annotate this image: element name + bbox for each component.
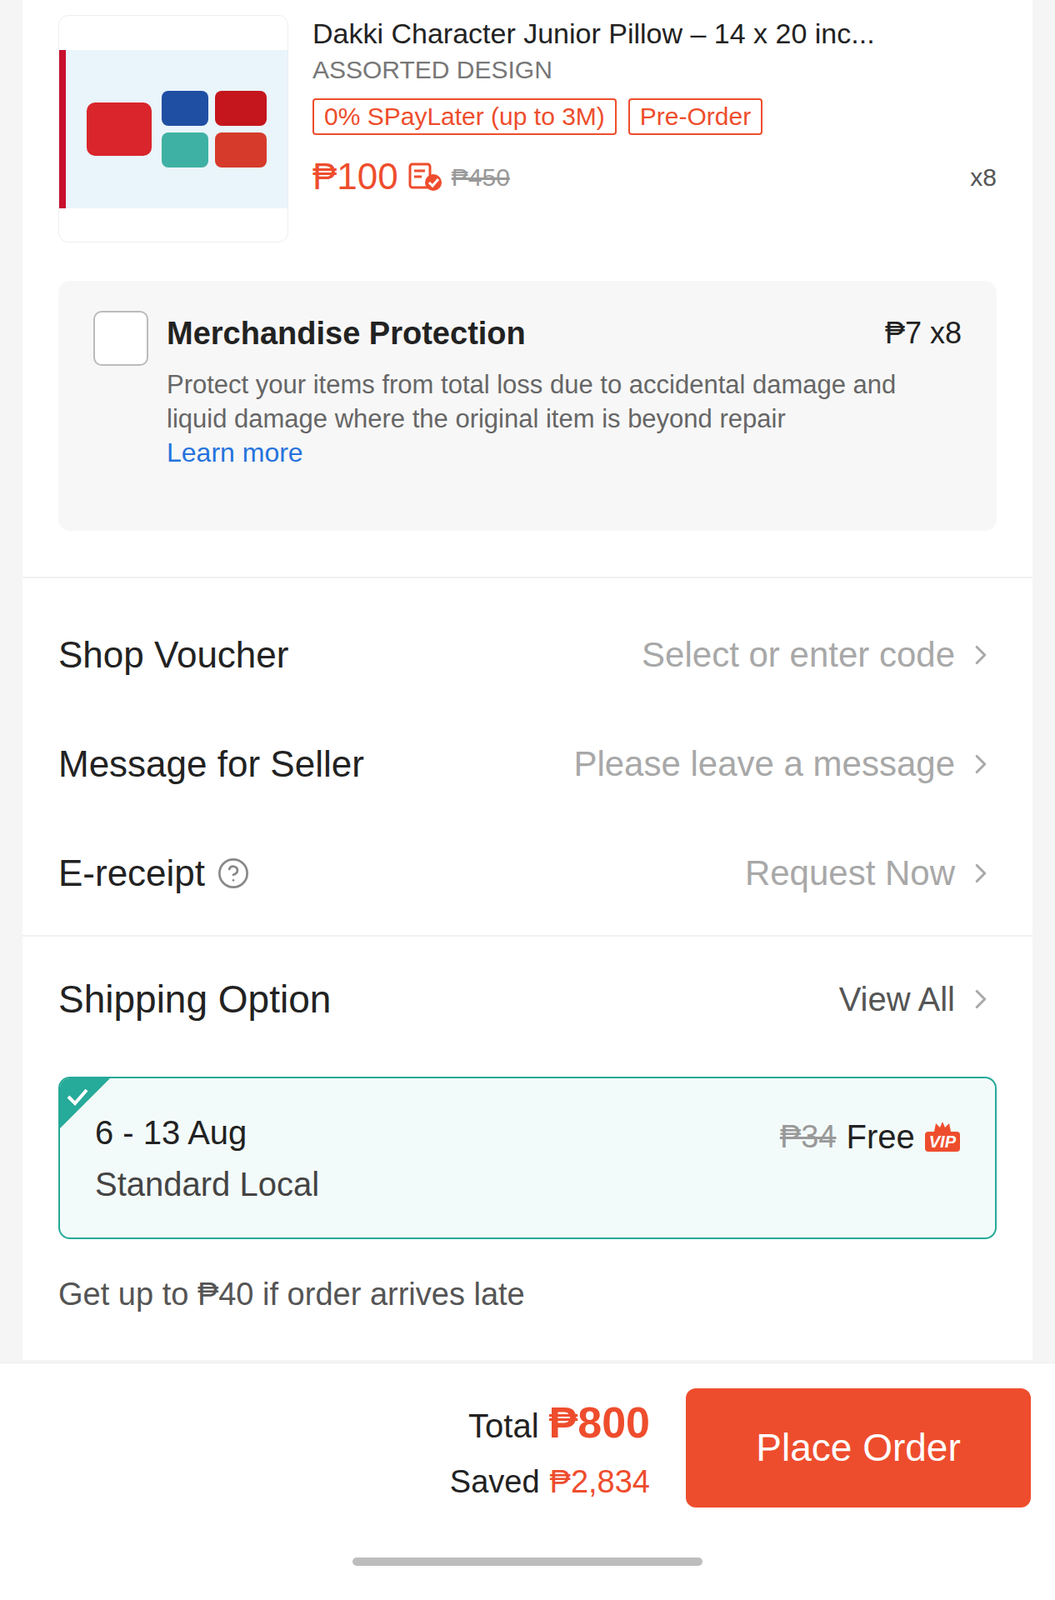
option-row[interactable]: E-receiptRequest Now (58, 818, 997, 928)
divider (22, 576, 1033, 579)
help-icon[interactable] (216, 856, 250, 890)
crown-icon (932, 1121, 953, 1132)
protection-description: Protect your items from total loss due t… (166, 367, 962, 436)
place-order-button[interactable]: Place Order (685, 1388, 1031, 1508)
protection-checkbox[interactable] (93, 310, 149, 366)
product-variation: ASSORTED DESIGN (312, 53, 1022, 87)
checkout-page: Dakki Character Junior Pillow – 14 x 20 … (0, 0, 1055, 1600)
shipping-header: Shipping OptionView All (58, 936, 997, 1062)
total-label: Total (468, 1400, 540, 1451)
product-title[interactable]: Dakki Character Junior Pillow – 14 x 20 … (312, 15, 1022, 52)
saved-label: Saved (450, 1458, 540, 1506)
product-badge: Pre-Order (628, 98, 763, 135)
chevron-right-icon (965, 857, 997, 890)
option-row[interactable]: Shop VoucherSelect or enter code (58, 600, 997, 710)
original-price: ₱450 (451, 158, 510, 196)
shipping-method: Standard Local (95, 1160, 780, 1208)
vip-badge: VIP (925, 1121, 960, 1152)
view-all-button[interactable]: View All (839, 974, 997, 1025)
chevron-right-icon (965, 748, 997, 780)
product-row[interactable]: Dakki Character Junior Pillow – 14 x 20 … (22, 0, 1033, 243)
saved-amount: ₱2,834 (550, 1458, 650, 1506)
divider (22, 935, 1033, 937)
product-badge: 0% SPayLater (up to 3M) (312, 98, 617, 135)
option-row[interactable]: Message for SellerPlease leave a message (58, 709, 997, 819)
home-indicator (352, 1557, 703, 1566)
chevron-right-icon (965, 983, 997, 1015)
late-guarantee: Get up to ₱40 if order arrives late (58, 1273, 997, 1315)
shipping-fee: Free (846, 1111, 915, 1162)
shipping-option[interactable]: 6 - 13 AugStandard Local₱34Free VIP (58, 1076, 997, 1240)
product-image[interactable] (58, 15, 289, 243)
product-price: ₱100 (312, 155, 399, 199)
order-card: Dakki Character Junior Pillow – 14 x 20 … (22, 0, 1033, 1360)
learn-more-link[interactable]: Learn more (166, 435, 962, 470)
protection-price: ₱7 x8 (885, 310, 962, 356)
quantity: x8 (970, 158, 997, 196)
total-amount: ₱800 (549, 1390, 650, 1455)
chevron-right-icon (965, 639, 997, 671)
original-fee: ₱34 (780, 1113, 837, 1161)
selected-check-icon (60, 1078, 110, 1129)
bottom-bar: Total₱800Saved₱2,834 Place Order (0, 1362, 1055, 1600)
delivery-dates: 6 - 13 Aug (95, 1109, 780, 1156)
protection-title: Merchandise Protection (166, 312, 526, 355)
installment-icon (408, 160, 444, 193)
merchandise-protection: Merchandise Protection ₱7 x8 Protect your … (58, 280, 997, 531)
